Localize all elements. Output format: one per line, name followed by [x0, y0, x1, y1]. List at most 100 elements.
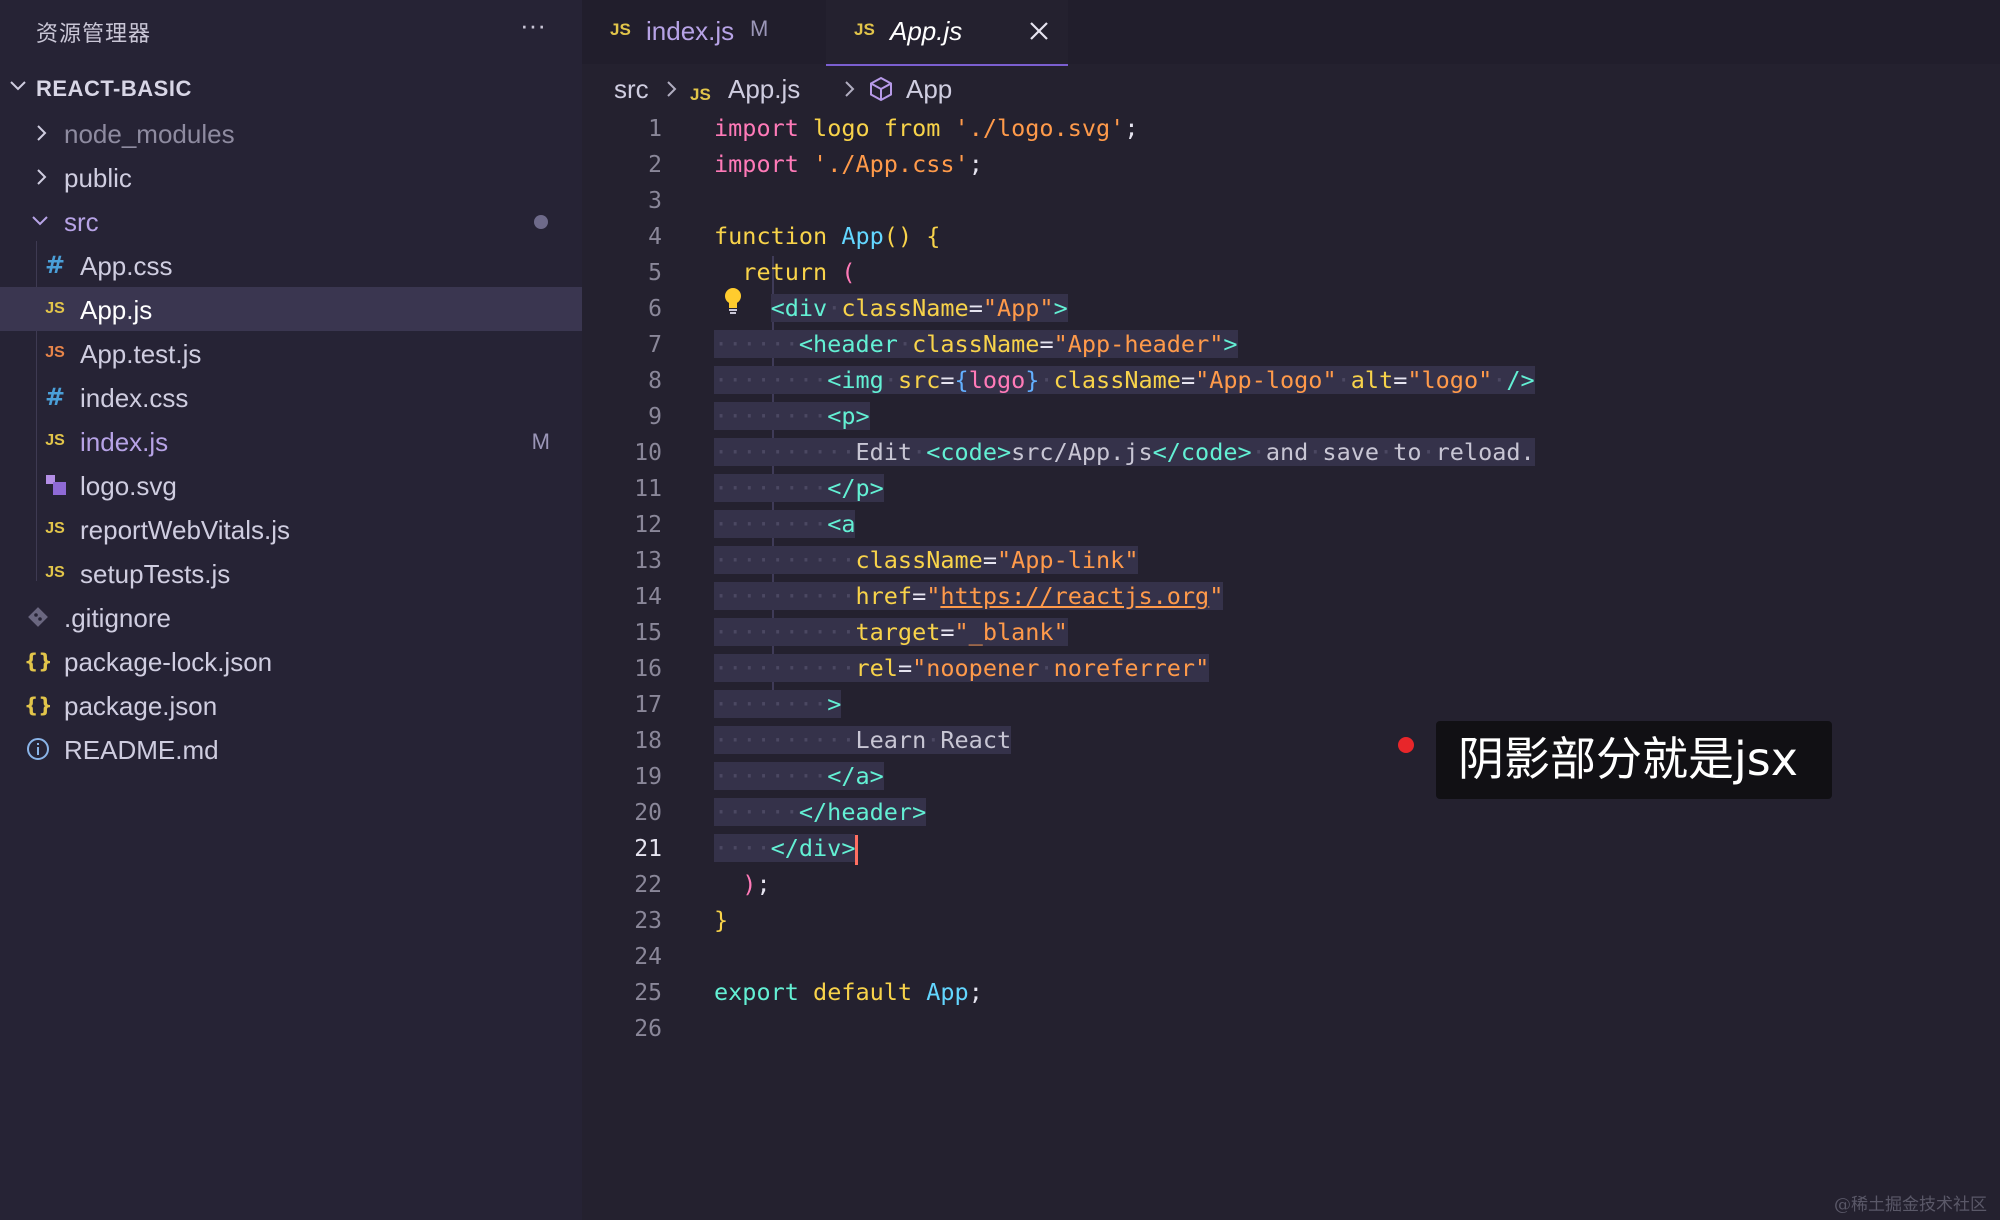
- annotation-callout: 阴影部分就是jsx: [1436, 721, 1832, 799]
- line-content: function App() {: [714, 222, 941, 250]
- js-file-icon: JS: [45, 300, 65, 317]
- line-number: 19: [634, 764, 662, 790]
- code-line: 16 ··········rel="noopener·noreferrer": [582, 650, 2000, 686]
- tree-item-node-modules[interactable]: node_modules: [0, 111, 582, 155]
- line-number: 25: [634, 980, 662, 1006]
- line-content: return (: [742, 258, 856, 286]
- code-line: 12 ········<a: [582, 506, 2000, 542]
- line-number: 7: [648, 332, 662, 358]
- line-number: 23: [634, 908, 662, 934]
- line-number: 3: [648, 188, 662, 214]
- tree-item-app-test-js[interactable]: JS App.test.js: [0, 331, 582, 375]
- line-content: <div·className="App">: [770, 294, 1068, 322]
- tree-item-package-json[interactable]: {} package.json: [0, 683, 582, 727]
- tab-index-js[interactable]: JS index.js M: [582, 0, 822, 64]
- line-content: ········>: [714, 690, 842, 718]
- line-number: 21: [634, 836, 662, 862]
- editor-area: JS index.js M JS App.js src JS App.js Ap…: [582, 0, 2000, 1220]
- tree-item-index-js[interactable]: JS index.js M: [0, 419, 582, 463]
- code-line: 23 }: [582, 902, 2000, 938]
- breadcrumb-file[interactable]: App.js: [728, 72, 800, 106]
- chevron-right-icon: [37, 125, 47, 141]
- js-file-icon: JS: [854, 20, 875, 39]
- line-number: 24: [634, 944, 662, 970]
- line-content: ··········Edit·<code>src/App.js</code>·a…: [714, 438, 1535, 466]
- tree-item-report-web-vitals-js[interactable]: JS reportWebVitals.js: [0, 507, 582, 551]
- code-line: 11 ········</p>: [582, 470, 2000, 506]
- tree-item-setup-tests-js[interactable]: JS setupTests.js: [0, 551, 582, 595]
- js-file-icon: JS: [45, 432, 65, 449]
- annotation-dot: [1398, 737, 1414, 753]
- line-content: );: [742, 870, 771, 898]
- chevron-right-icon: [845, 81, 855, 97]
- tree-item-label: reportWebVitals.js: [80, 515, 291, 545]
- line-number: 14: [634, 584, 662, 610]
- code-line: 6 <div·className="App">: [582, 290, 2000, 326]
- tree-item-app-css[interactable]: # App.css: [0, 243, 582, 287]
- tree-item-label: package-lock.json: [64, 647, 273, 677]
- line-number: 1: [648, 116, 662, 142]
- annotation-text: 阴影部分就是jsx: [1458, 732, 1798, 786]
- tree-item-public[interactable]: public: [0, 155, 582, 199]
- js-file-icon: JS: [690, 85, 711, 104]
- css-file-icon: #: [44, 251, 66, 279]
- tree-item-label: App.test.js: [80, 339, 202, 369]
- tab-app-js[interactable]: JS App.js: [826, 0, 1068, 66]
- line-content: ··········target="_blank": [714, 618, 1068, 646]
- tree-item-readme-md[interactable]: README.md: [0, 727, 582, 771]
- line-number: 11: [634, 476, 662, 502]
- breadcrumb-src[interactable]: src: [614, 72, 649, 106]
- tree-item-app-js[interactable]: JS App.js: [0, 287, 582, 331]
- line-number: 8: [648, 368, 662, 394]
- tree-item-src[interactable]: src: [0, 199, 582, 243]
- modified-badge: M: [750, 16, 769, 41]
- line-content: ········<a: [714, 510, 856, 538]
- line-content: import './App.css';: [714, 150, 983, 178]
- code-line: 15 ··········target="_blank": [582, 614, 2000, 650]
- tree-item-label: App.js: [80, 295, 153, 325]
- line-number: 10: [634, 440, 662, 466]
- tab-bar: JS index.js M JS App.js: [582, 0, 2000, 66]
- line-number: 12: [634, 512, 662, 538]
- tree-item-label: index.css: [80, 383, 189, 413]
- more-actions-icon[interactable]: ···: [520, 10, 546, 41]
- code-line: 2 import './App.css';: [582, 146, 2000, 182]
- line-number: 26: [634, 1016, 662, 1042]
- js-test-file-icon: JS: [45, 344, 65, 361]
- js-file-icon: JS: [45, 520, 65, 537]
- tree-item-logo-svg[interactable]: logo.svg: [0, 463, 582, 507]
- tree-item-label: setupTests.js: [80, 559, 231, 589]
- tree-item-label: node_modules: [64, 119, 235, 149]
- code-line: 20 ······</header>: [582, 794, 2000, 830]
- tree-item-label: src: [64, 207, 99, 237]
- json-file-icon: {}: [24, 649, 53, 673]
- url-link[interactable]: https://reactjs.org: [940, 582, 1209, 610]
- line-content: ··········Learn·React: [714, 726, 1012, 754]
- tree-item-label: logo.svg: [80, 471, 177, 501]
- tab-label: App.js: [890, 16, 963, 46]
- tree-item-package-lock-json[interactable]: {} package-lock.json: [0, 639, 582, 683]
- tree-item-index-css[interactable]: # index.css: [0, 375, 582, 419]
- project-name: REACT-BASIC: [36, 76, 192, 101]
- project-folder-row[interactable]: REACT-BASIC: [0, 68, 582, 108]
- close-icon[interactable]: [1026, 18, 1052, 44]
- line-content: ····</div>: [714, 832, 859, 865]
- tree-item-label: public: [64, 163, 132, 193]
- line-content: ······<header·className="App-header">: [714, 330, 1238, 358]
- line-content: ··········rel="noopener·noreferrer": [714, 654, 1210, 682]
- tree-item-label: .gitignore: [64, 603, 171, 633]
- chevron-right-icon: [37, 169, 47, 185]
- symbol-component-icon: [870, 76, 892, 102]
- tab-label: index.js: [646, 16, 735, 46]
- code-line: 1 import logo from './logo.svg';: [582, 110, 2000, 146]
- code-line: 4 function App() {: [582, 218, 2000, 254]
- code-line: 26: [582, 1010, 2000, 1046]
- code-line-current: 21 ····</div>: [582, 830, 2000, 866]
- line-content: ········<p>: [714, 402, 870, 430]
- line-number: 5: [648, 260, 662, 286]
- line-content: ··········className="App-link": [714, 546, 1139, 574]
- info-icon: [27, 738, 49, 760]
- explorer-header: 资源管理器 ···: [0, 0, 582, 62]
- tree-item-gitignore[interactable]: .gitignore: [0, 595, 582, 639]
- breadcrumb-symbol[interactable]: App: [906, 72, 952, 106]
